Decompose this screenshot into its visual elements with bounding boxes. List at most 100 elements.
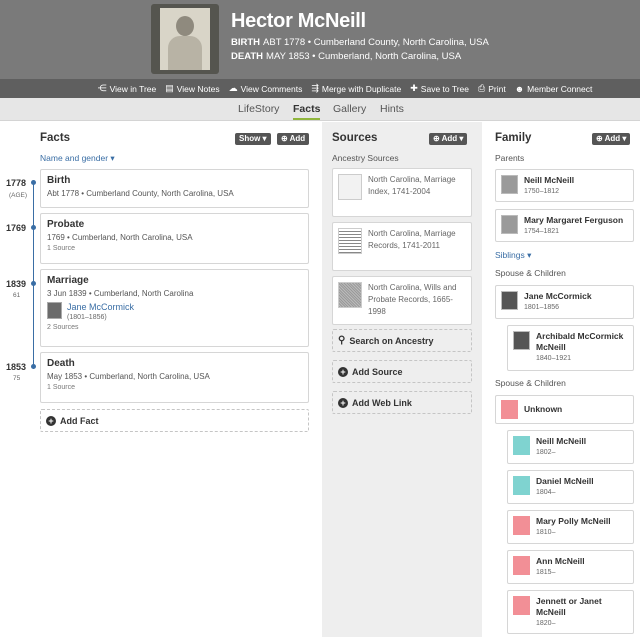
view-notes-label: View Notes bbox=[176, 83, 220, 94]
source-card[interactable]: North Carolina, Marriage Index, 1741-200… bbox=[332, 168, 472, 217]
add-family-button[interactable]: ⊕ Add ▾ bbox=[592, 133, 631, 145]
marriage-spouse[interactable]: Jane McCormick (1801–1856) bbox=[47, 302, 302, 321]
fact-card-birth[interactable]: Birth Abt 1778 • Cumberland County, Nort… bbox=[40, 169, 309, 208]
add-source-button[interactable]: + Add Source bbox=[332, 360, 472, 383]
timeline-age-label: (AGE) bbox=[9, 192, 28, 199]
add-fact-header-button[interactable]: ⊕ Add bbox=[277, 133, 310, 145]
member-name: Daniel McNeill bbox=[536, 476, 594, 486]
view-in-tree-button[interactable]: ⋲ View in Tree bbox=[98, 83, 157, 94]
add-web-link-label: Add Web Link bbox=[352, 397, 412, 408]
person-photo bbox=[501, 291, 518, 310]
tab-gallery[interactable]: Gallery bbox=[333, 103, 366, 115]
tab-hints[interactable]: Hints bbox=[380, 103, 404, 115]
family-title: Family bbox=[495, 132, 532, 144]
plus-circle-icon: + bbox=[46, 415, 56, 426]
name-and-gender-link[interactable]: Name and gender ▾ bbox=[40, 153, 115, 164]
member-name: Archibald McCormick McNeill bbox=[536, 331, 624, 352]
member-name: Jennett or Janet McNeill bbox=[536, 596, 602, 617]
view-comments-button[interactable]: ☁ View Comments bbox=[229, 83, 303, 94]
timeline-dot bbox=[31, 281, 36, 286]
child-card[interactable]: Daniel McNeill 1804– bbox=[507, 470, 634, 504]
photo-image bbox=[160, 8, 210, 70]
view-notes-button[interactable]: ▤ View Notes bbox=[165, 83, 219, 94]
plus-icon: ✚ bbox=[410, 83, 418, 93]
death-value: MAY 1853 • Cumberland, North Carolina, U… bbox=[266, 51, 462, 62]
view-comments-label: View Comments bbox=[240, 83, 303, 94]
family-member-card[interactable]: Neill McNeill 1750–1812 bbox=[495, 169, 634, 202]
fact-title: Probate bbox=[47, 219, 85, 230]
fact-detail: 1769 • Cumberland, North Carolina, USA bbox=[47, 233, 193, 242]
member-dates: 1820– bbox=[536, 620, 556, 627]
spouse-name-link[interactable]: Jane McCormick bbox=[67, 302, 134, 312]
facts-column: Facts Show ▾ ⊕ Add Name and gender ▾ 177… bbox=[0, 122, 322, 637]
member-connect-button[interactable]: ☻ Member Connect bbox=[515, 84, 593, 94]
source-title: North Carolina, Wills and Probate Record… bbox=[368, 283, 457, 316]
timeline-line bbox=[33, 182, 34, 369]
child-card[interactable]: Jennett or Janet McNeill 1820– bbox=[507, 590, 634, 634]
fact-detail: May 1853 • Cumberland, North Carolina, U… bbox=[47, 372, 210, 381]
fact-card-probate[interactable]: Probate 1769 • Cumberland, North Carolin… bbox=[40, 213, 309, 264]
member-dates: 1754–1821 bbox=[524, 228, 560, 235]
spouse-dates: (1801–1856) bbox=[67, 314, 107, 321]
child-card[interactable]: Ann McNeill 1815– bbox=[507, 550, 634, 584]
fact-card-death[interactable]: Death May 1853 • Cumberland, North Carol… bbox=[40, 352, 309, 403]
source-title: North Carolina, Marriage Index, 1741-200… bbox=[368, 175, 456, 196]
photo-figure-head bbox=[176, 16, 194, 36]
member-name: Unknown bbox=[524, 404, 563, 414]
plus-circle-icon: ⊕ bbox=[596, 134, 603, 143]
fact-source-count[interactable]: 1 Source bbox=[47, 245, 302, 252]
fact-title: Death bbox=[47, 358, 75, 369]
search-on-ancestry-label: Search on Ancestry bbox=[349, 335, 434, 346]
profile-photo[interactable] bbox=[151, 4, 219, 74]
female-silhouette-icon bbox=[501, 400, 518, 419]
plus-circle-icon: ⊕ bbox=[433, 134, 440, 143]
member-dates: 1840–1921 bbox=[536, 355, 572, 362]
print-icon: ⎙ bbox=[478, 83, 486, 93]
family-column: Family ⊕ Add ▾ Parents Neill McNeill 1750… bbox=[482, 122, 640, 637]
add-family-label: Add ▾ bbox=[604, 134, 627, 143]
timeline-dot bbox=[31, 364, 36, 369]
spouse-card[interactable]: Jane McCormick 1801–1856 bbox=[495, 285, 634, 319]
search-on-ancestry-button[interactable]: ⚲ Search on Ancestry bbox=[332, 329, 472, 352]
profile-tabs: LifeStory Facts Gallery Hints bbox=[0, 98, 640, 121]
timeline-age: 61 bbox=[13, 292, 21, 299]
parents-label: Parents bbox=[495, 153, 525, 163]
save-to-tree-label: Save to Tree bbox=[420, 83, 469, 94]
member-dates: 1801–1856 bbox=[524, 304, 560, 311]
add-fact-button[interactable]: + Add Fact bbox=[40, 409, 309, 432]
female-silhouette-icon bbox=[513, 556, 530, 575]
person-photo bbox=[513, 331, 530, 350]
death-summary: DEATH MAY 1853 • Cumberland, North Caroli… bbox=[231, 51, 461, 62]
search-icon: ⚲ bbox=[338, 335, 346, 346]
member-name: Jane McCormick bbox=[524, 291, 592, 301]
add-source-label: Add Source bbox=[352, 366, 403, 377]
child-card[interactable]: Mary Polly McNeill 1810– bbox=[507, 510, 634, 544]
add-fact-label: Add Fact bbox=[60, 415, 99, 426]
child-card[interactable]: Neill McNeill 1802– bbox=[507, 430, 634, 464]
tab-lifestory[interactable]: LifeStory bbox=[238, 103, 279, 115]
print-button[interactable]: ⎙ Print bbox=[478, 83, 506, 94]
add-source-menu-button[interactable]: ⊕ Add ▾ bbox=[429, 133, 468, 145]
ancestry-sources-label: Ancestry Sources bbox=[332, 153, 399, 163]
fact-source-count[interactable]: 2 Sources bbox=[47, 324, 302, 331]
member-dates: 1750–1812 bbox=[524, 188, 560, 195]
member-dates: 1815– bbox=[536, 569, 556, 576]
source-card[interactable]: North Carolina, Wills and Probate Record… bbox=[332, 276, 472, 325]
save-to-tree-button[interactable]: ✚ Save to Tree bbox=[410, 83, 469, 94]
facts-title: Facts bbox=[40, 132, 71, 144]
child-card[interactable]: Archibald McCormick McNeill 1840–1921 bbox=[507, 325, 634, 371]
siblings-toggle[interactable]: Siblings ▾ bbox=[495, 250, 531, 261]
spouse-children-label: Spouse & Children bbox=[495, 378, 566, 388]
tab-facts[interactable]: Facts bbox=[293, 103, 321, 120]
spouse-children-label: Spouse & Children bbox=[495, 268, 566, 278]
show-filter-button[interactable]: Show ▾ bbox=[235, 133, 271, 145]
merge-duplicate-button[interactable]: ⇶ Merge with Duplicate bbox=[311, 83, 401, 94]
fact-source-count[interactable]: 1 Source bbox=[47, 384, 302, 391]
fact-detail: 3 Jun 1839 • Cumberland, North Carolina bbox=[47, 289, 194, 298]
family-member-card[interactable]: Mary Margaret Ferguson 1754–1821 bbox=[495, 209, 634, 242]
source-card[interactable]: North Carolina, Marriage Records, 1741-2… bbox=[332, 222, 472, 271]
spouse-card[interactable]: Unknown bbox=[495, 395, 634, 424]
fact-card-marriage[interactable]: Marriage 3 Jun 1839 • Cumberland, North … bbox=[40, 269, 309, 347]
add-web-link-button[interactable]: + Add Web Link bbox=[332, 391, 472, 414]
person-name: Hector McNeill bbox=[231, 10, 366, 32]
